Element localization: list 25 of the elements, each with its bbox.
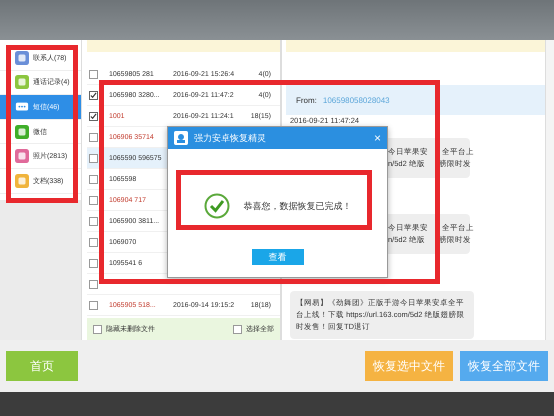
check-circle-icon (204, 193, 230, 219)
checkbox[interactable] (89, 174, 98, 184)
checkbox[interactable] (233, 324, 242, 334)
checkbox[interactable] (89, 238, 98, 246)
checkbox[interactable] (89, 280, 98, 288)
checkbox[interactable] (89, 216, 98, 226)
checkbox[interactable] (89, 70, 98, 78)
phone-icon (15, 75, 29, 90)
checkbox[interactable] (89, 258, 98, 268)
image-icon (15, 149, 29, 164)
checkbox[interactable] (89, 112, 98, 120)
checkbox[interactable] (93, 324, 102, 334)
app-icon (174, 131, 188, 145)
checkbox[interactable] (89, 132, 98, 142)
contact-icon (15, 50, 29, 65)
from-label: From: (296, 96, 317, 104)
checkbox[interactable] (89, 196, 98, 204)
checkbox[interactable] (89, 154, 98, 162)
document-icon (15, 174, 29, 188)
checkbox[interactable] (89, 300, 98, 310)
success-message: 恭喜您，数据恢复已完成！ (244, 200, 352, 212)
dialog-title: 强力安卓恢复精灵 (194, 132, 267, 144)
checkbox[interactable] (89, 90, 98, 100)
sender-number: 106598058028043 (322, 96, 390, 104)
chat-bubbles-icon (15, 124, 29, 139)
